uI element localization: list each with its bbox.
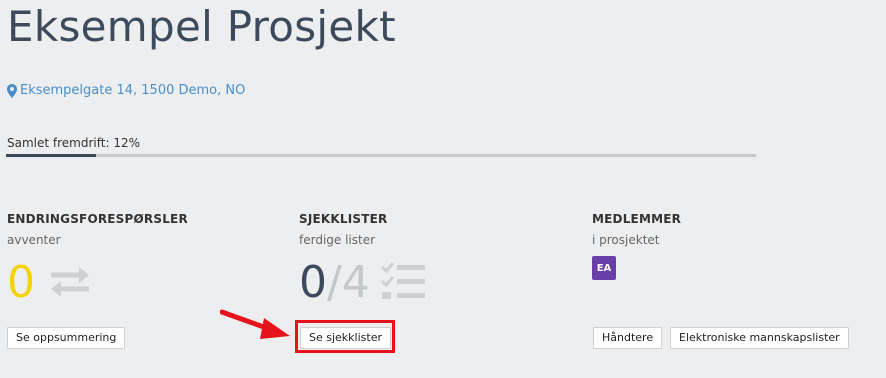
progress-fill (6, 154, 96, 157)
members-section: MEDLEMMER i prosjektet EA (592, 212, 872, 280)
progress-label: Samlet fremdrift: 12% (7, 136, 140, 150)
map-marker-icon (7, 83, 17, 98)
checklists-done-count: 0 (299, 257, 327, 308)
avatar[interactable]: EA (592, 256, 616, 280)
checklists-total-count: 4 (341, 257, 370, 308)
change-requests-subtitle: avventer (7, 233, 61, 247)
view-summary-button[interactable]: Se oppsummering (7, 327, 126, 349)
members-heading: MEDLEMMER (592, 212, 682, 226)
checklists-heading: SJEKKLISTER (299, 212, 388, 226)
members-subtitle: i prosjektet (592, 233, 660, 247)
electronic-crew-lists-button[interactable]: Elektroniske mannskapslister (670, 327, 849, 349)
checklists-subtitle: ferdige lister (299, 233, 376, 247)
address-text: Eksempelgate 14, 1500 Demo, NO (20, 83, 246, 98)
manage-members-button[interactable]: Håndtere (593, 327, 663, 349)
change-requests-count: 0 (7, 257, 35, 308)
highlight-box (295, 320, 395, 353)
checklist-icon (380, 261, 426, 305)
red-arrow-annotation (219, 308, 292, 344)
checklists-slash: / (327, 257, 342, 308)
swap-arrows-icon (47, 264, 93, 302)
checklists-section: SJEKKLISTER ferdige lister 0 / 4 (299, 212, 579, 311)
project-title: Eksempel Prosjekt (7, 2, 396, 51)
project-address-link[interactable]: Eksempelgate 14, 1500 Demo, NO (7, 83, 245, 98)
progress-bar (6, 154, 756, 157)
change-requests-section: ENDRINGSFORESPØRSLER avventer 0 (7, 212, 287, 311)
change-requests-heading: ENDRINGSFORESPØRSLER (7, 212, 188, 226)
